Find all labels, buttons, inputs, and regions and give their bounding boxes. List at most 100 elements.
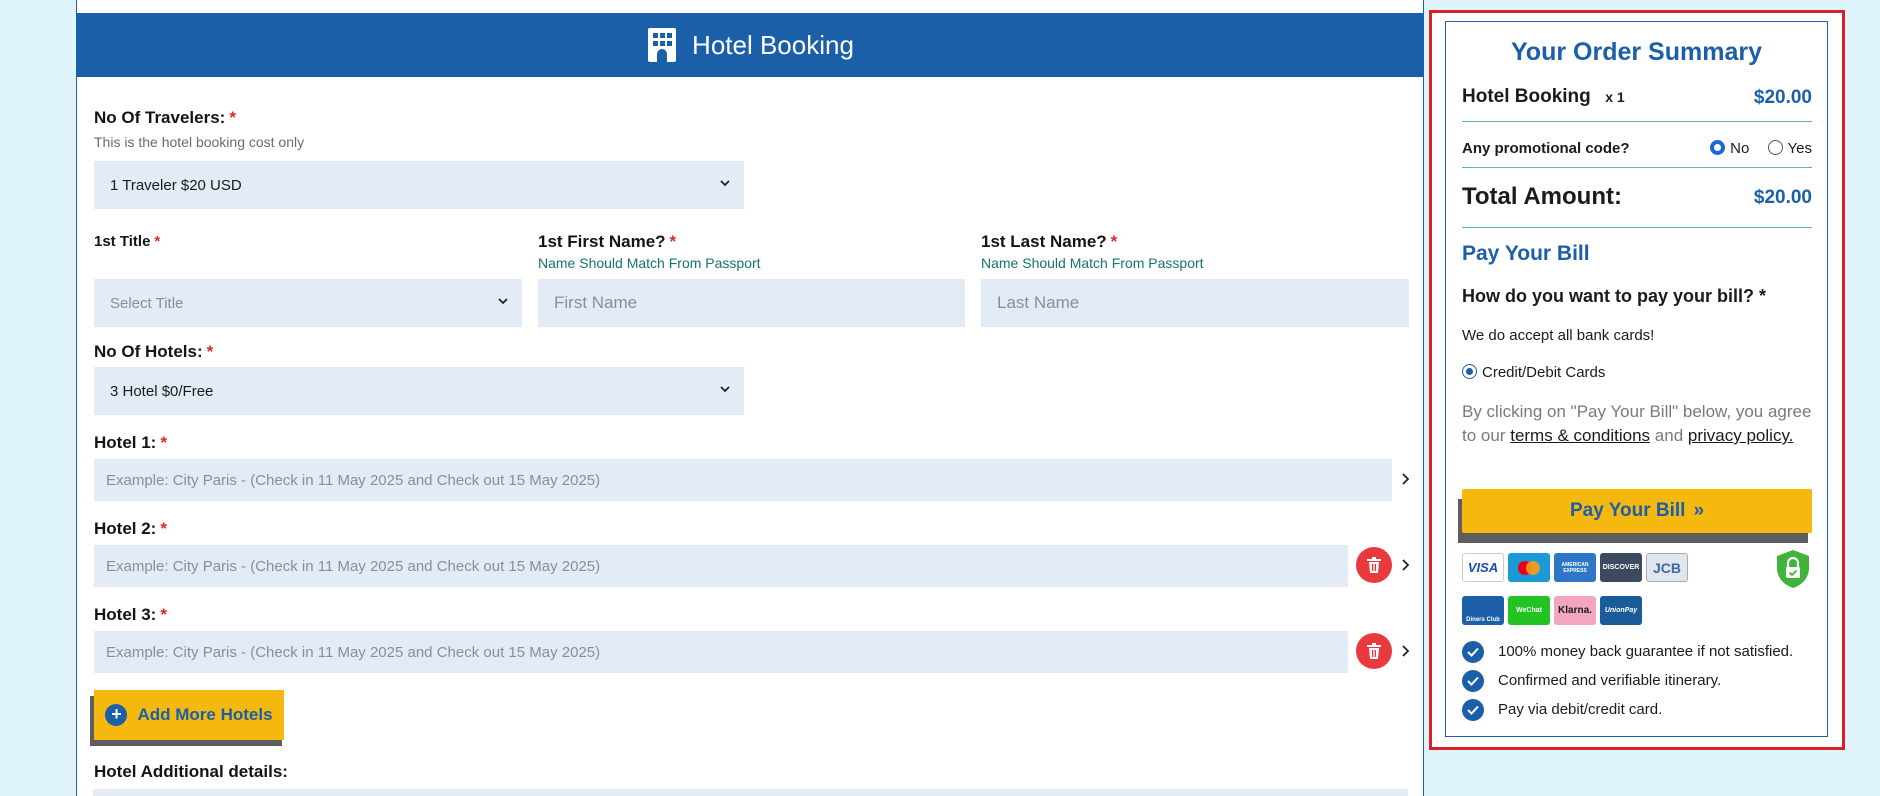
promo-no-option[interactable]: No	[1710, 140, 1749, 157]
last-name-label-text: 1st Last Name?	[981, 232, 1107, 251]
hotels-count-value: 3 Hotel $0/Free	[110, 382, 214, 400]
required-marker: *	[1759, 286, 1767, 306]
order-item-name: Hotel Booking	[1462, 86, 1591, 107]
last-name-input[interactable]: Last Name	[981, 279, 1409, 327]
first-name-input[interactable]: First Name	[538, 279, 965, 327]
hotel-2-label: Hotel 2: *	[94, 519, 167, 539]
plus-circle-icon: +	[105, 704, 128, 726]
last-name-placeholder: Last Name	[997, 293, 1080, 312]
promo-row: Any promotional code? No Yes	[1462, 140, 1812, 160]
additional-details-input[interactable]	[93, 789, 1408, 796]
trash-icon	[1367, 643, 1381, 659]
add-more-hotels-button[interactable]: + Add More Hotels	[94, 690, 284, 740]
wechat-pay-card-icon: WeChat	[1508, 596, 1550, 625]
accept-text: We do accept all bank cards!	[1462, 327, 1655, 344]
title-select[interactable]: Select Title	[94, 279, 522, 327]
hotel-building-icon	[648, 28, 677, 62]
order-item-qty: x 1	[1605, 89, 1625, 105]
hotel-1-input[interactable]: Example: City Paris - (Check in 11 May 2…	[94, 459, 1392, 501]
klarna-card-icon: Klarna.	[1554, 596, 1596, 625]
first-name-hint: Name Should Match From Passport	[538, 255, 761, 271]
promo-yes-option[interactable]: Yes	[1767, 140, 1812, 157]
terms-and: and	[1654, 426, 1684, 445]
first-name-label: 1st First Name? *	[538, 232, 676, 252]
terms-text: By clicking on "Pay Your Bill" below, yo…	[1462, 400, 1812, 448]
promo-label: Any promotional code?	[1462, 140, 1630, 157]
chevron-right-icon[interactable]	[1400, 473, 1410, 485]
visa-card-icon: VISA	[1462, 553, 1504, 582]
hotel-2-label-text: Hotel 2:	[94, 519, 157, 538]
delete-hotel-2-button[interactable]	[1356, 547, 1392, 583]
required-marker: *	[669, 232, 677, 251]
required-marker: *	[160, 605, 167, 624]
travelers-hint: This is the hotel booking cost only	[94, 134, 305, 150]
hotel-2-input[interactable]: Example: City Paris - (Check in 11 May 2…	[94, 545, 1348, 587]
mastercard-card-icon	[1508, 553, 1550, 582]
required-marker: *	[206, 342, 214, 361]
travelers-label: No Of Travelers: *	[94, 108, 236, 128]
hotels-count-label: No Of Hotels: *	[94, 342, 213, 362]
feature-pay-via-card: Pay via debit/credit card.	[1498, 701, 1663, 718]
hotel-1-label-text: Hotel 1:	[94, 433, 157, 452]
trash-icon	[1367, 557, 1381, 573]
promo-no-label: No	[1730, 140, 1750, 157]
title-label: 1st Title *	[94, 233, 160, 250]
divider	[1462, 227, 1812, 228]
hotel-3-input[interactable]: Example: City Paris - (Check in 11 May 2…	[94, 631, 1348, 673]
hotel-1-label: Hotel 1: *	[94, 433, 167, 453]
divider	[1462, 167, 1812, 168]
required-marker: *	[160, 433, 167, 452]
pay-question-text: How do you want to pay your bill?	[1462, 286, 1754, 306]
total-value: $20.00	[1753, 187, 1812, 208]
feature-itinerary: Confirmed and verifiable itinerary.	[1498, 672, 1722, 689]
pay-bill-label: Pay Your Bill	[1569, 500, 1686, 521]
required-marker: *	[160, 519, 167, 538]
double-chevron-right-icon: »	[1693, 500, 1705, 521]
chevron-right-icon[interactable]	[1400, 559, 1410, 571]
first-name-label-text: 1st First Name?	[538, 232, 666, 251]
travelers-label-text: No Of Travelers:	[94, 108, 226, 127]
first-name-placeholder: First Name	[554, 293, 638, 312]
total-row: Total Amount: $20.00	[1462, 183, 1812, 213]
feature-money-back: 100% money back guarantee if not satisfi…	[1498, 643, 1794, 660]
privacy-link[interactable]: privacy policy.	[1688, 426, 1794, 445]
radio-selected-icon	[1462, 364, 1477, 379]
promo-options: No Yes	[1710, 140, 1812, 157]
booking-form-panel: Hotel Booking No Of Travelers: * This is …	[76, 0, 1424, 796]
travelers-select-value: 1 Traveler $20 USD	[110, 176, 242, 194]
title-label-text: 1st Title	[94, 233, 151, 250]
title-select-value: Select Title	[110, 294, 184, 312]
required-marker: *	[1110, 232, 1118, 251]
chevron-down-icon	[498, 298, 508, 305]
travelers-select[interactable]: 1 Traveler $20 USD	[94, 161, 744, 209]
order-summary-panel: Your Order Summary Hotel Booking x 1 $20…	[1445, 21, 1828, 737]
credit-card-option[interactable]: Credit/Debit Cards	[1462, 364, 1812, 381]
chevron-right-icon[interactable]	[1400, 645, 1410, 657]
divider	[1462, 121, 1812, 122]
checkmark-icon	[1462, 641, 1484, 663]
hotels-count-select[interactable]: 3 Hotel $0/Free	[94, 367, 744, 415]
form-title: Hotel Booking	[692, 29, 854, 60]
radio-empty-icon	[1767, 140, 1783, 155]
unionpay-card-icon: UnionPay	[1600, 596, 1642, 625]
total-label: Total Amount:	[1462, 183, 1622, 210]
hotel-3-label: Hotel 3: *	[94, 605, 167, 625]
required-marker: *	[229, 108, 236, 127]
order-item-row: Hotel Booking x 1 $20.00	[1462, 86, 1812, 112]
pay-bill-button[interactable]: Pay Your Bill »	[1462, 489, 1812, 533]
pay-question: How do you want to pay your bill? *	[1462, 286, 1812, 307]
order-summary-title: Your Order Summary	[1510, 38, 1762, 66]
chevron-down-icon	[720, 180, 730, 187]
terms-link[interactable]: terms & conditions	[1510, 426, 1650, 445]
delete-hotel-3-button[interactable]	[1356, 633, 1392, 669]
checkmark-icon	[1462, 670, 1484, 692]
diners-club-card-icon: Diners Club	[1462, 596, 1504, 625]
additional-details-label: Hotel Additional details:	[94, 762, 288, 781]
jcb-card-icon: JCB	[1646, 553, 1688, 582]
last-name-hint: Name Should Match From Passport	[981, 255, 1204, 271]
required-marker: *	[154, 233, 161, 250]
promo-yes-label: Yes	[1787, 140, 1812, 157]
hotel-3-label-text: Hotel 3:	[94, 605, 157, 624]
amex-card-icon: AMERICAN EXPRESS	[1554, 553, 1596, 582]
last-name-label: 1st Last Name? *	[981, 232, 1117, 252]
